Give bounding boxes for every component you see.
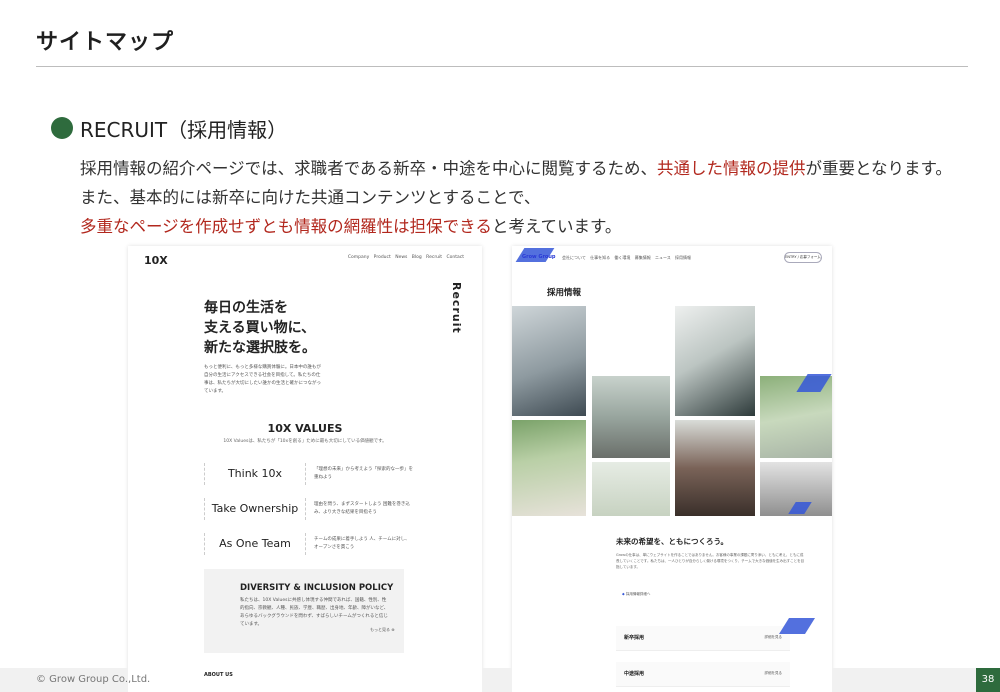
engineer-photo [675,306,755,416]
logo-mark-icon: ◆ [622,592,625,596]
meeting-photo [592,376,670,458]
entry-button: ENTRY / 応募フォーム [784,252,822,263]
main-copy-line: 新たな選択肢を。 [204,340,316,356]
recruit-row: 中途採用 詳細を見る [616,662,790,687]
values-title: 10X VALUES [267,422,343,435]
arrow-circle-icon: ⊕ [391,627,395,632]
body-text-3: と考えています。 [491,217,622,236]
main-copy-line: 支える買い物に、 [204,320,316,336]
main-copy-line: 毎日の生活を [204,300,288,316]
row-label: 新卒採用 [624,635,645,641]
footer-bar [482,668,512,692]
highlight-text-2: 多重なページを作成せずとも情報の網羅性は担保できる [80,217,492,236]
team-photo [512,420,586,516]
about-label: ABOUT US [204,672,233,678]
site-nav: Company Product News Blog Recruit Contac… [347,255,464,260]
plant-photo [592,462,670,516]
value-card: Take Ownership [204,498,306,520]
copyright: © Grow Group Co.,Ltd. [36,674,151,685]
detail-link: ◆ 採用情報詳細へ [622,592,650,597]
section-title: 未来の希望を、ともにつくろう。 [616,537,729,546]
page-number: 38 [976,668,1000,692]
recruit-page-screenshot-10x: 10X Company Product News Blog Recruit Co… [128,246,482,692]
recruit-row: 新卒採用 詳細を見る [616,626,790,651]
detail-link-label: 採用情報詳細へ [625,592,651,596]
site-logo: 10X [144,254,168,267]
row-more: 詳細を見る [764,635,783,639]
sub-copy: もっと便利に、もっと多様な購買体験に。日本中の誰もが自分の生活にアクセスできる社… [204,365,321,394]
value-description: 理由を問う、まずスタートしよう 困難を巻き込み、より大きな結果を目指そう [314,502,410,515]
slide-title: サイトマップ [36,30,175,55]
body-text-1: 採用情報の紹介ページでは、求職者である新卒・中途を中心に閲覧するため、 [80,159,658,178]
bullet-dot-icon [51,117,73,139]
policy-more-label: もっと見る [370,627,390,632]
policy-title: DIVERSITY & INCLUSION POLICY [240,583,394,593]
policy-text: 私たちは、10X Valuesに共感し体現する仲間であれば、国籍、性別、性的指向… [240,598,389,627]
value-description: 「理想の未来」から考えよう「探索的な一歩」を重ねよう [314,467,413,480]
section-heading: RECRUIT（採用情報） [80,118,288,142]
values-subtitle: 10X Valuesは、私たちが「10xを創る」ために最も大切にしている価値観で… [223,439,387,444]
recruit-page-screenshot-grow: Grow Group 会社について 仕事を知る 働く環境 募集情報 ニュース 採… [512,246,832,692]
site-logo: Grow Group [522,254,556,260]
value-card: As One Team [204,533,306,555]
row-more: 詳細を見る [764,671,783,675]
vertical-title: Recruit [450,282,463,334]
decor-stripe [779,618,815,634]
policy-more-link: もっと見る ⊕ [370,627,395,633]
office-photo [512,306,586,416]
page-title: 採用情報 [547,288,582,298]
title-divider [36,66,968,67]
body-paragraph: 採用情報の紹介ページでは、求職者である新卒・中途を中心に閲覧するため、共通した情… [80,154,960,241]
footer-bar [832,668,976,692]
section-text: Growの仕事は、単にウェブサイトを作ることではありません。お客様の事業の課題に… [616,553,805,569]
engineer-photo-2 [675,420,755,516]
value-card: Think 10x [204,463,306,485]
site-nav: 会社について 仕事を知る 働く環境 募集情報 ニュース 採用情報 [562,255,692,260]
row-label: 中途採用 [624,671,645,677]
highlight-text-1: 共通した情報の提供 [657,159,806,178]
value-description: チームの成果に着手しよう 人、チームに対し、オープンさを貫こう [314,537,410,550]
main-copy: 毎日の生活を 支える買い物に、 新たな選択肢を。 [204,298,404,358]
